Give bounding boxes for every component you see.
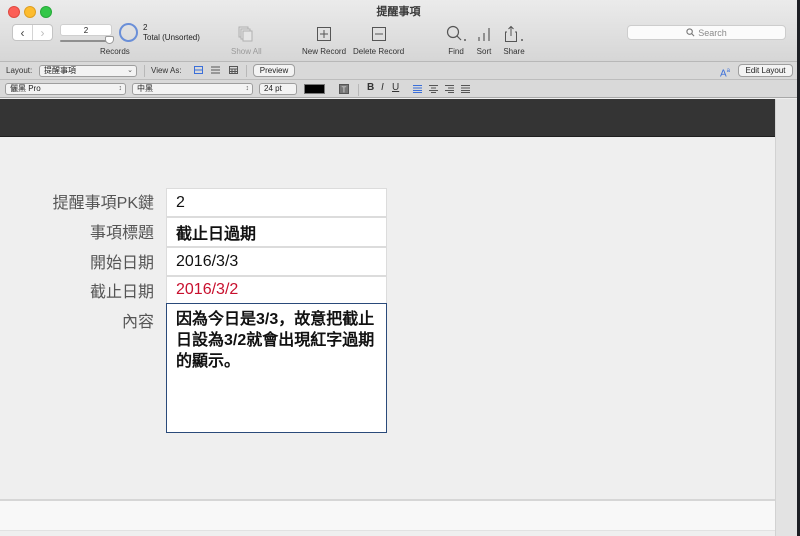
align-right-icon[interactable] xyxy=(445,85,454,93)
record-slider[interactable] xyxy=(60,40,110,42)
field-content[interactable]: 因為今日是3/3，故意把截止日設為3/2就會出現紅字過期的顯示。 xyxy=(166,303,387,433)
font-popup[interactable]: 儷黑 Pro ↕ xyxy=(5,83,126,95)
text-format-toggle-icon[interactable]: Aa xyxy=(720,65,730,79)
chevron-right-icon: › xyxy=(40,25,45,40)
show-all-icon xyxy=(231,22,262,46)
text-highlight-icon[interactable]: T xyxy=(339,84,349,94)
layout-popup[interactable]: 提醒事項 ⌄ xyxy=(39,65,137,77)
minus-square-icon xyxy=(353,22,404,46)
preview-button[interactable]: Preview xyxy=(253,64,295,77)
font-size-value: 24 pt xyxy=(264,84,282,93)
layout-label: Layout: xyxy=(6,66,33,75)
total-sort-status: Total (Unsorted) xyxy=(143,33,200,42)
next-record-button[interactable]: › xyxy=(32,25,52,40)
divider xyxy=(246,65,247,77)
view-as-label: View As: xyxy=(151,66,182,75)
search-input[interactable]: Search xyxy=(627,25,786,40)
layout-footer-band xyxy=(0,501,775,531)
delete-record-label: Delete Record xyxy=(353,47,405,56)
align-left-icon[interactable] xyxy=(413,85,422,93)
sort-label: Sort xyxy=(476,47,492,56)
record-navigation: ‹ › xyxy=(12,24,53,41)
list-view-icon[interactable] xyxy=(211,66,220,74)
align-justify-icon[interactable] xyxy=(461,85,470,93)
font-style-value: 中黑 xyxy=(137,84,153,93)
search-placeholder: Search xyxy=(698,27,727,38)
underline-button[interactable]: U xyxy=(392,82,399,93)
layout-bar: Layout: 提醒事項 ⌄ View As: Preview Aa Edit … xyxy=(0,62,797,80)
bold-button[interactable]: B xyxy=(367,82,374,93)
share-label: Share xyxy=(503,47,525,56)
new-record-label: New Record xyxy=(302,47,347,56)
vertical-scrollbar[interactable] xyxy=(775,99,797,536)
field-label-due-date: 截止日期 xyxy=(89,284,154,301)
layout-popup-value: 提醒事項 xyxy=(44,66,76,75)
sort-button[interactable]: Sort xyxy=(476,22,492,56)
chevron-left-icon: ‹ xyxy=(20,25,25,40)
edit-layout-button[interactable]: Edit Layout xyxy=(738,64,793,77)
field-start-date[interactable]: 2016/3/3 xyxy=(166,247,387,276)
text-color-well[interactable] xyxy=(304,84,325,94)
updown-icon: ↕ xyxy=(245,85,250,92)
record-number-input[interactable]: 2 xyxy=(60,24,112,36)
magnifier-icon xyxy=(445,22,467,46)
share-button[interactable]: Share xyxy=(503,22,525,56)
title-toolbar: 提醒事項 ‹ › 2 Records 2 Total (Unsorted) Sh… xyxy=(0,0,797,62)
delete-record-button[interactable]: Delete Record xyxy=(353,22,404,56)
record-slider-thumb[interactable] xyxy=(105,36,114,44)
font-style-popup[interactable]: 中黑 ↕ xyxy=(132,83,253,95)
new-record-button[interactable]: New Record xyxy=(302,22,346,56)
record-count-pie-icon xyxy=(119,23,138,42)
filemaker-window: 提醒事項 ‹ › 2 Records 2 Total (Unsorted) Sh… xyxy=(0,0,797,536)
field-label-content: 內容 xyxy=(121,314,154,331)
italic-button[interactable]: I xyxy=(381,82,384,93)
total-record-count: 2 xyxy=(143,23,148,32)
field-title[interactable]: 截止日過期 xyxy=(166,217,387,247)
field-label-title: 事項標題 xyxy=(89,225,154,242)
updown-icon: ↕ xyxy=(118,85,123,92)
find-label: Find xyxy=(448,47,464,56)
field-label-start-date: 開始日期 xyxy=(89,255,154,272)
font-size-popup[interactable]: 24 pt xyxy=(259,83,297,95)
divider xyxy=(358,84,359,96)
field-label-pk: 提醒事項PK鍵 xyxy=(52,195,154,212)
font-value: 儷黑 Pro xyxy=(10,84,41,93)
align-center-icon[interactable] xyxy=(429,85,438,93)
search-icon xyxy=(686,28,695,37)
previous-record-button[interactable]: ‹ xyxy=(13,25,32,40)
chevron-down-icon: ⌄ xyxy=(127,67,133,74)
svg-text:T: T xyxy=(342,86,347,95)
sort-bars-icon xyxy=(476,22,492,46)
field-due-date[interactable]: 2016/3/2 xyxy=(166,276,387,304)
show-all-button[interactable]: Show All xyxy=(231,22,262,56)
window-title: 提醒事項 xyxy=(376,6,421,18)
field-pk[interactable]: 2 xyxy=(166,188,387,217)
share-icon xyxy=(503,22,525,46)
form-view-icon[interactable] xyxy=(194,66,203,74)
find-button[interactable]: Find xyxy=(445,22,467,56)
show-all-label: Show All xyxy=(231,47,262,56)
layout-header-band xyxy=(0,99,775,137)
table-view-icon[interactable] xyxy=(229,66,238,74)
records-label: Records xyxy=(100,47,130,56)
plus-square-icon xyxy=(302,22,346,46)
divider xyxy=(144,65,145,77)
